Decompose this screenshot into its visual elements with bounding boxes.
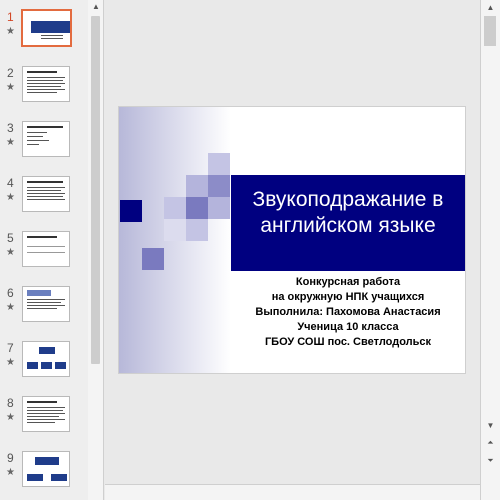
slide-preview [21, 9, 72, 47]
slide-number: 7 [7, 341, 14, 355]
slide-preview [22, 66, 70, 102]
slide-number: 4 [7, 176, 14, 190]
subtitle-line: ГБОУ СОШ пос. Светлодольск [264, 336, 432, 348]
slide-title[interactable]: Звукоподражание в английском языке [231, 187, 465, 239]
scroll-down-icon[interactable]: ▼ [483, 420, 498, 432]
slide-editing-area: Звукоподражание в английском языке Конку… [105, 0, 480, 500]
horizontal-scrollbar[interactable] [105, 484, 480, 500]
slide-thumbnail-8[interactable]: 8 ★ [0, 396, 88, 446]
decorative-square [186, 175, 208, 197]
animation-star-icon: ★ [6, 467, 15, 478]
slide-preview [22, 341, 70, 377]
decorative-square [120, 200, 142, 222]
animation-star-icon: ★ [6, 357, 15, 368]
animation-star-icon: ★ [6, 192, 15, 203]
scrollbar-thumb[interactable] [91, 16, 100, 364]
slide-thumbnail-9[interactable]: 9 ★ [0, 451, 88, 500]
next-slide-icon[interactable]: ⏷ [483, 455, 498, 467]
subtitle-line: Ученица 10 класса [297, 321, 399, 333]
animation-star-icon: ★ [6, 26, 15, 37]
decorative-square [186, 197, 208, 219]
slide-preview [22, 451, 70, 487]
slide-number: 5 [7, 231, 14, 245]
slide-number: 6 [7, 286, 14, 300]
slide-subtitle[interactable]: Конкурсная работа на окружную НПК учащих… [231, 275, 465, 350]
slide-preview [22, 286, 70, 322]
decorative-square [208, 175, 230, 197]
slide-number: 9 [7, 451, 14, 465]
scrollbar-thumb[interactable] [484, 16, 496, 46]
slide-preview [22, 176, 70, 212]
slide-thumbnail-3[interactable]: 3 ★ [0, 121, 88, 171]
decorative-square [142, 248, 164, 270]
slide-thumbnail-2[interactable]: 2 ★ [0, 66, 88, 116]
animation-star-icon: ★ [6, 137, 15, 148]
slide-number: 2 [7, 66, 14, 80]
decorative-square [186, 219, 208, 241]
decorative-square [208, 153, 230, 175]
scroll-up-icon[interactable]: ▲ [88, 0, 104, 14]
main-scrollbar[interactable]: ▲ ▼ ⏶ ⏷ [480, 0, 500, 500]
scroll-up-icon[interactable]: ▲ [483, 2, 498, 14]
slide-preview [22, 121, 70, 157]
title-line: Звукоподражание в [252, 188, 444, 211]
title-line: английском языке [260, 214, 436, 237]
subtitle-line: Выполнила: Пахомова Анастасия [255, 306, 441, 318]
slide-thumbnail-pane: 1 ★ 2 ★ 3 ★ 4 ★ 5 ★ 6 ★ 7 ★ 8 ★ 9 ★ [0, 0, 88, 500]
slide-number: 8 [7, 396, 14, 410]
slide-preview [22, 231, 70, 267]
subtitle-line: на окружную НПК учащихся [271, 291, 425, 303]
subtitle-line: Конкурсная работа [295, 276, 401, 288]
animation-star-icon: ★ [6, 82, 15, 93]
slide-thumbnail-5[interactable]: 5 ★ [0, 231, 88, 281]
animation-star-icon: ★ [6, 412, 15, 423]
slide-preview [22, 396, 70, 432]
slide-number: 3 [7, 121, 14, 135]
slide-thumbnail-7[interactable]: 7 ★ [0, 341, 88, 391]
animation-star-icon: ★ [6, 302, 15, 313]
slide-thumbnail-6[interactable]: 6 ★ [0, 286, 88, 336]
slide-thumbnail-1[interactable]: 1 ★ [0, 9, 88, 60]
slide-number: 1 [7, 10, 14, 24]
decorative-square [164, 197, 186, 219]
current-slide[interactable]: Звукоподражание в английском языке Конку… [119, 107, 465, 373]
thumbnail-scrollbar[interactable]: ▲ [88, 0, 104, 500]
decorative-square [208, 197, 230, 219]
previous-slide-icon[interactable]: ⏶ [483, 437, 498, 449]
animation-star-icon: ★ [6, 247, 15, 258]
slide-thumbnail-4[interactable]: 4 ★ [0, 176, 88, 226]
decorative-square [164, 219, 186, 241]
